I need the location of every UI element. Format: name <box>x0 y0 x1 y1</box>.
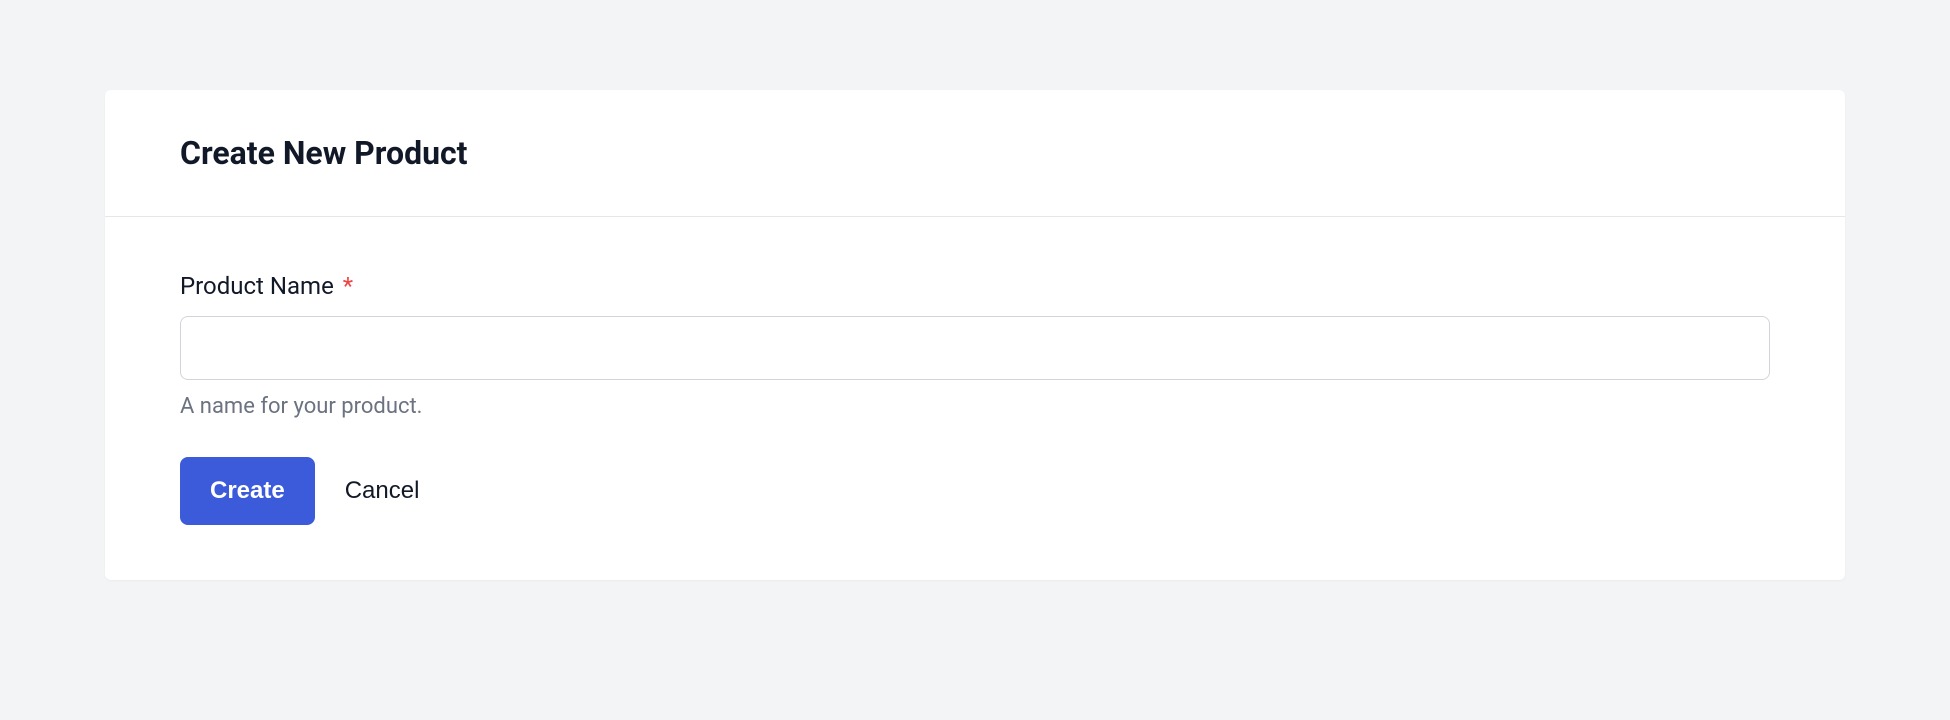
cancel-button[interactable]: Cancel <box>345 477 420 505</box>
product-name-label: Product Name * <box>180 272 1770 300</box>
card-header: Create New Product <box>105 90 1845 217</box>
page-title: Create New Product <box>180 134 1770 172</box>
card-body: Product Name * A name for your product. … <box>105 217 1845 580</box>
required-indicator: * <box>343 272 353 300</box>
create-product-card: Create New Product Product Name * A name… <box>105 90 1845 580</box>
product-name-input[interactable] <box>180 316 1770 380</box>
action-buttons: Create Cancel <box>180 457 1770 525</box>
create-button[interactable]: Create <box>180 457 315 525</box>
product-name-label-text: Product Name <box>180 272 334 300</box>
product-name-group: Product Name * A name for your product. <box>180 272 1770 419</box>
product-name-help: A name for your product. <box>180 394 1770 419</box>
